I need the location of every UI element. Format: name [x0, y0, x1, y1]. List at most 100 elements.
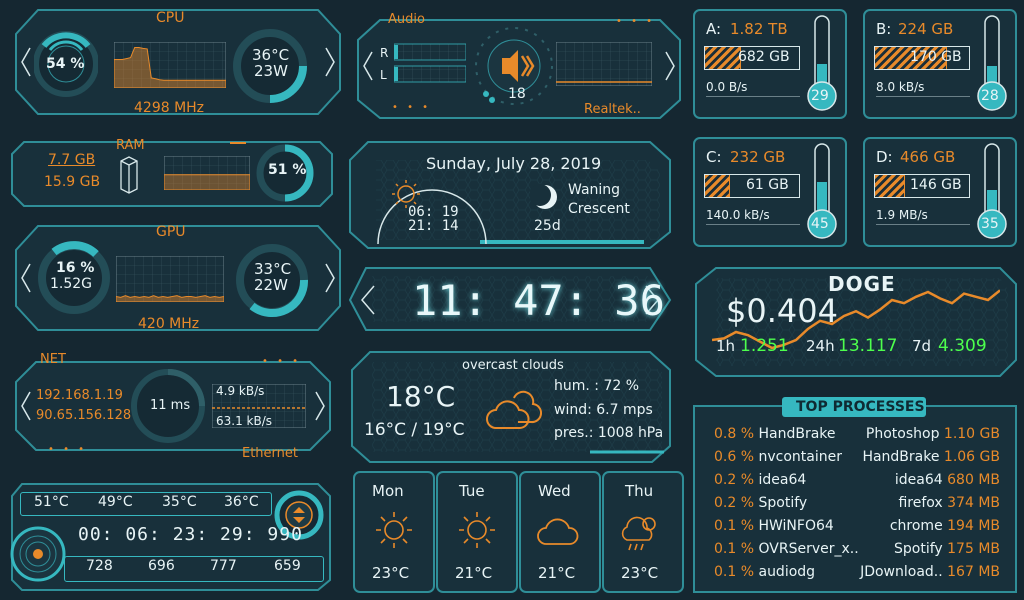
- disc-icon: [10, 526, 66, 582]
- net-title: NET: [40, 352, 66, 367]
- temp-1: 51°C: [34, 494, 69, 510]
- weather-humidity: hum. : 72 %: [554, 378, 640, 394]
- ram-history-graph: [164, 156, 250, 190]
- drive-io-line: [706, 96, 800, 97]
- crypto-24h-change: 13.117: [838, 336, 898, 356]
- drive-letter: A:: [706, 20, 722, 38]
- crypto-24h-label: 24h: [806, 337, 835, 355]
- process-row: Spotify 175 MB: [894, 541, 1000, 557]
- rain-icon: [621, 516, 656, 551]
- process-row: 0.8 % HandBrake: [714, 426, 836, 442]
- gpu-power: 22W: [254, 276, 288, 294]
- ram-total: 15.9 GB: [44, 174, 101, 190]
- weather-pressure: pres.: 1008 hPa: [554, 425, 664, 441]
- net-adapter: Ethernet: [242, 446, 298, 461]
- ram-title: RAM: [116, 138, 145, 153]
- process-row: HandBrake 1.06 GB: [862, 449, 1000, 465]
- audio-wave-graph: [556, 42, 652, 86]
- forecast-day-tue: Tue: [459, 482, 485, 500]
- cpu-freq: 4298 MHz: [134, 100, 205, 116]
- weather-condition: overcast clouds: [462, 358, 564, 373]
- process-row: JDownload.. 167 MB: [860, 564, 1000, 580]
- drive-io-line: [706, 224, 800, 225]
- process-row: 0.1 % OVRServer_x..: [714, 541, 859, 557]
- cloud-icon: [537, 518, 579, 545]
- process-row: chrome 194 MB: [889, 518, 1000, 534]
- drive-temp: 45: [811, 216, 829, 232]
- ram-chip-icon: [120, 156, 138, 194]
- crypto-1h-label: 1h: [716, 337, 736, 355]
- crypto-7d-label: 7d: [912, 337, 932, 355]
- fan-1: 728: [86, 558, 113, 574]
- process-row: Photoshop 1.10 GB: [865, 426, 1000, 442]
- audio-device: Realtek..: [584, 102, 641, 117]
- forecast-day-thu: Thu: [625, 482, 654, 500]
- cpu-load: 54 %: [46, 56, 85, 72]
- gpu-mem: 1.52G: [50, 276, 93, 292]
- gpu-freq: 420 MHz: [138, 316, 200, 332]
- net-dots-top: • • •: [262, 356, 302, 367]
- crypto-1h-change: 1.251: [740, 336, 789, 356]
- forecast-temp-thu: 23°C: [621, 564, 659, 582]
- drive-temp: 29: [811, 88, 829, 104]
- moon-phase-1: Waning: [568, 182, 621, 198]
- drive-io-line: [876, 224, 970, 225]
- process-row: 0.6 % nvcontainer: [714, 449, 842, 465]
- crypto-price: $0.404: [726, 292, 838, 330]
- net-dots-bottom: • • •: [48, 444, 88, 455]
- forecast-temp-wed: 21°C: [538, 564, 576, 582]
- cpu-history-graph: [114, 42, 226, 88]
- crypto-7d-change: 4.309: [938, 336, 987, 356]
- sun-icon: [459, 512, 495, 548]
- drive-io: 140.0 kB/s: [706, 208, 770, 222]
- drive-used: 61 GB: [746, 177, 789, 193]
- audio-left-label: L: [380, 68, 387, 82]
- audio-dots-top: • • •: [616, 16, 656, 27]
- moon-icon: [530, 184, 557, 209]
- process-row: 0.1 % HWiNFO64: [714, 518, 834, 534]
- net-upload: 4.9 kB/s: [216, 384, 265, 398]
- drive-used: 682 GB: [738, 49, 790, 65]
- forecast-temp-mon: 23°C: [372, 564, 410, 582]
- process-row: idea64 680 MB: [894, 472, 1000, 488]
- process-row: firefox 374 MB: [898, 495, 1000, 511]
- drive-letter: B:: [876, 20, 892, 38]
- audio-dots-bottom: • • •: [392, 102, 432, 113]
- weather-temp: 18°C: [386, 380, 456, 413]
- net-local-ip: 192.168.1.19: [36, 388, 123, 403]
- process-row: 0.2 % idea64: [714, 472, 807, 488]
- drive-size: 224 GB: [898, 20, 954, 38]
- audio-volume: 18: [508, 86, 526, 102]
- drive-temp: 35: [981, 216, 999, 232]
- fan-4: 659: [274, 558, 301, 574]
- sun-icon: [376, 512, 412, 548]
- weather-wind: wind: 6.7 mps: [554, 402, 653, 418]
- net-public-ip: 90.65.156.128: [36, 408, 132, 423]
- temp-4: 36°C: [224, 494, 259, 510]
- ram-dash: [230, 142, 246, 144]
- uptime: 00: 06: 23: 29: 990: [78, 524, 303, 545]
- net-ping: 11 ms: [150, 398, 191, 413]
- audio-right-label: R: [380, 46, 389, 60]
- drive-letter: D:: [876, 148, 893, 166]
- moon-phase-2: Crescent: [568, 201, 630, 217]
- drive-size: 1.82 TB: [730, 20, 788, 38]
- drive-used: 170 GB: [910, 49, 962, 65]
- forecast-day-wed: Wed: [538, 482, 571, 500]
- audio-title: Audio: [388, 12, 425, 27]
- calendar-date: Sunday, July 28, 2019: [426, 154, 602, 173]
- sunset-time: 21: 14: [408, 218, 459, 234]
- drive-size: 232 GB: [730, 148, 786, 166]
- process-row: 0.2 % Spotify: [714, 495, 808, 511]
- weather-range: 16°C / 19°C: [364, 420, 465, 440]
- moon-age: 25d: [534, 218, 561, 234]
- drive-io: 1.9 MB/s: [876, 208, 928, 222]
- audio-level-meters: [394, 43, 466, 83]
- drive-io-line: [876, 96, 970, 97]
- ram-percent: 51 %: [268, 162, 307, 178]
- temp-3: 35°C: [162, 494, 197, 510]
- drive-used: 146 GB: [910, 177, 962, 193]
- drive-letter: C:: [706, 148, 722, 166]
- gpu-title: GPU: [156, 224, 186, 240]
- crypto-name: DOGE: [828, 272, 896, 296]
